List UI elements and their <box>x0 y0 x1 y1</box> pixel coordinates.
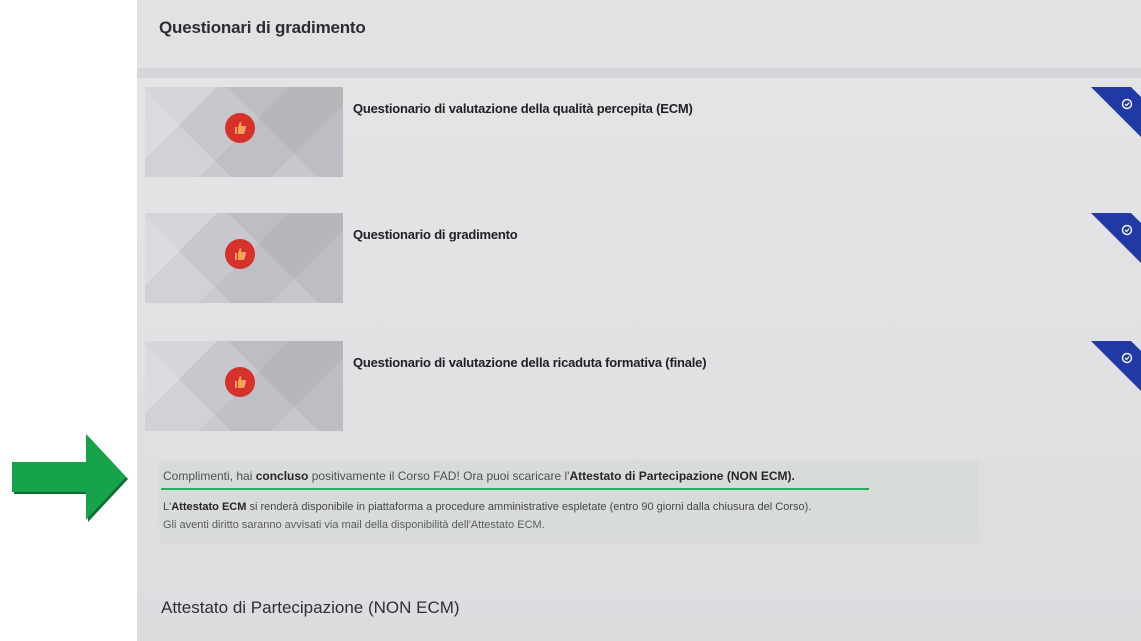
screenshot-area: Questionari di gradimento Questionario d… <box>137 0 1141 641</box>
notice-text: L' <box>163 501 172 513</box>
ecm-info-text: L'Attestato ECM si renderà disponibile i… <box>163 501 811 513</box>
thumbs-up-icon <box>225 113 255 143</box>
questionnaire-thumbnail[interactable] <box>145 341 343 431</box>
questionnaire-link[interactable]: Questionario di gradimento <box>353 227 518 242</box>
certificate-download-link[interactable]: Attestato di Partecipazione (NON ECM). <box>569 469 794 483</box>
completion-message: Complimenti, hai concluso positivamente … <box>163 469 795 483</box>
completion-notice: Complimenti, hai concluso positivamente … <box>159 461 979 543</box>
questionnaire-item[interactable]: Questionario di valutazione della qualit… <box>145 87 1141 179</box>
questionnaire-item[interactable]: Questionario di gradimento <box>145 213 1141 305</box>
page-title: Questionari di gradimento <box>159 18 366 37</box>
questionnaire-thumbnail[interactable] <box>145 87 343 177</box>
questionnaire-link[interactable]: Questionario di valutazione della qualit… <box>353 101 693 116</box>
questionnaire-thumbnail[interactable] <box>145 213 343 303</box>
thumbs-up-icon <box>225 239 255 269</box>
certificate-section-title: Attestato di Partecipazione (NON ECM) <box>161 598 460 617</box>
divider <box>137 68 1141 78</box>
questionnaire-item[interactable]: Questionario di valutazione della ricadu… <box>145 341 1141 433</box>
email-notice-text: Gli aventi diritto saranno avvisati via … <box>163 519 545 531</box>
completed-check-icon <box>1091 213 1141 263</box>
notice-highlight: Attestato ECM <box>171 501 247 513</box>
notice-text: Complimenti, hai <box>163 469 256 483</box>
notice-text: positivamente il Corso FAD! Ora puoi sca… <box>308 469 570 483</box>
notice-text: si renderà disponibile in piattaforma a … <box>246 501 812 513</box>
questionnaire-link[interactable]: Questionario di valutazione della ricadu… <box>353 355 707 370</box>
completed-check-icon <box>1091 87 1141 137</box>
green-underline <box>161 488 869 490</box>
thumbs-up-icon <box>225 367 255 397</box>
notice-highlight: concluso <box>255 469 309 483</box>
completed-check-icon <box>1091 341 1141 391</box>
green-arrow-icon <box>12 434 128 522</box>
page-header: Questionari di gradimento <box>137 0 1141 64</box>
